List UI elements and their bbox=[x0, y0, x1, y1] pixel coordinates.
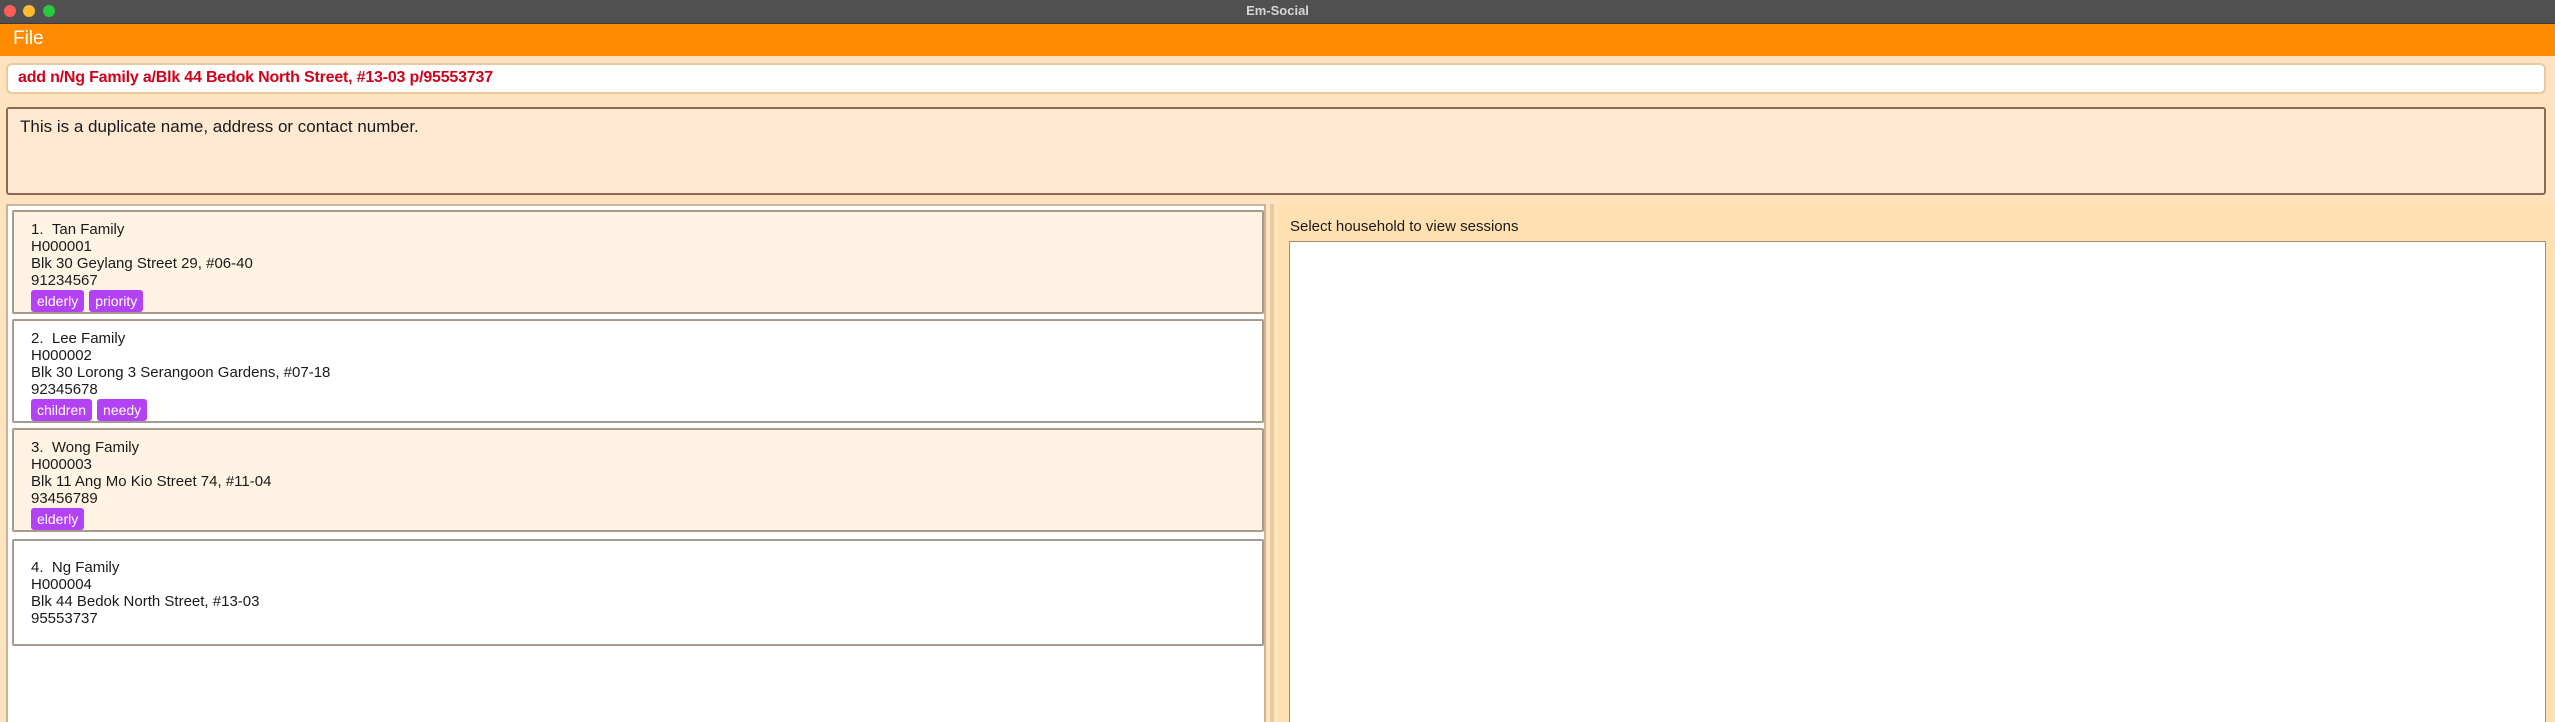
command-input[interactable]: add n/Ng Family a/Blk 44 Bedok North Str… bbox=[6, 63, 2546, 94]
session-placeholder: Select household to view sessions bbox=[1290, 218, 1519, 235]
household-name: Lee Family bbox=[51, 330, 126, 347]
household-card[interactable]: 2. Lee Family H000002 Blk 30 Lorong 3 Se… bbox=[12, 319, 1264, 423]
command-input-text: add n/Ng Family a/Blk 44 Bedok North Str… bbox=[18, 69, 493, 86]
tag-label: needy bbox=[97, 399, 148, 421]
household-card[interactable]: 4. Ng Family H000004 Blk 44 Bedok North … bbox=[12, 539, 1264, 646]
household-index: 4. bbox=[31, 559, 44, 576]
household-id: H000001 bbox=[31, 238, 92, 255]
tag-label: priority bbox=[89, 290, 144, 312]
tag-label: children bbox=[31, 399, 93, 421]
tag-label: elderly bbox=[31, 290, 85, 312]
household-name: Ng Family bbox=[51, 559, 120, 576]
session-list[interactable] bbox=[1289, 241, 2546, 722]
household-index: 3. bbox=[31, 439, 44, 456]
title-bar: Em-Social bbox=[0, 0, 2555, 24]
household-phone: 95553737 bbox=[31, 610, 98, 627]
result-display: This is a duplicate name, address or con… bbox=[6, 107, 2546, 195]
window-title: Em-Social bbox=[1246, 3, 1309, 18]
household-address: Blk 30 Lorong 3 Serangoon Gardens, #07-1… bbox=[31, 364, 331, 381]
split-divider[interactable] bbox=[1270, 204, 1274, 722]
household-index: 1. bbox=[31, 221, 44, 238]
household-id: H000004 bbox=[31, 576, 92, 593]
household-address: Blk 11 Ang Mo Kio Street 74, #11-04 bbox=[31, 473, 272, 490]
household-title: 4. Ng Family bbox=[31, 559, 119, 576]
household-tags: elderly priority bbox=[31, 290, 144, 312]
session-panel: Select household to view sessions bbox=[1278, 204, 2555, 722]
household-id: H000002 bbox=[31, 347, 92, 364]
tag-label: elderly bbox=[31, 508, 85, 530]
household-title: 2. Lee Family bbox=[31, 330, 125, 347]
household-id: H000003 bbox=[31, 456, 92, 473]
household-tags: children needy bbox=[31, 399, 148, 421]
household-address: Blk 30 Geylang Street 29, #06-40 bbox=[31, 255, 253, 272]
household-name: Tan Family bbox=[51, 221, 125, 238]
household-card[interactable]: 1. Tan Family H000001 Blk 30 Geylang Str… bbox=[12, 210, 1264, 314]
command-area: add n/Ng Family a/Blk 44 Bedok North Str… bbox=[0, 56, 2555, 102]
household-phone: 91234567 bbox=[31, 272, 98, 289]
household-title: 3. Wong Family bbox=[31, 439, 139, 456]
result-message: This is a duplicate name, address or con… bbox=[20, 117, 419, 136]
household-phone: 92345678 bbox=[31, 381, 98, 398]
household-phone: 93456789 bbox=[31, 490, 98, 507]
household-list[interactable]: 1. Tan Family H000001 Blk 30 Geylang Str… bbox=[6, 204, 1266, 722]
menu-file[interactable]: File bbox=[13, 28, 44, 50]
menu-bar: File bbox=[0, 24, 2555, 56]
household-title: 1. Tan Family bbox=[31, 221, 124, 238]
household-index: 2. bbox=[31, 330, 44, 347]
household-address: Blk 44 Bedok North Street, #13-03 bbox=[31, 593, 260, 610]
household-card[interactable]: 3. Wong Family H000003 Blk 11 Ang Mo Kio… bbox=[12, 428, 1264, 532]
household-name: Wong Family bbox=[51, 439, 140, 456]
household-tags: elderly bbox=[31, 508, 85, 530]
